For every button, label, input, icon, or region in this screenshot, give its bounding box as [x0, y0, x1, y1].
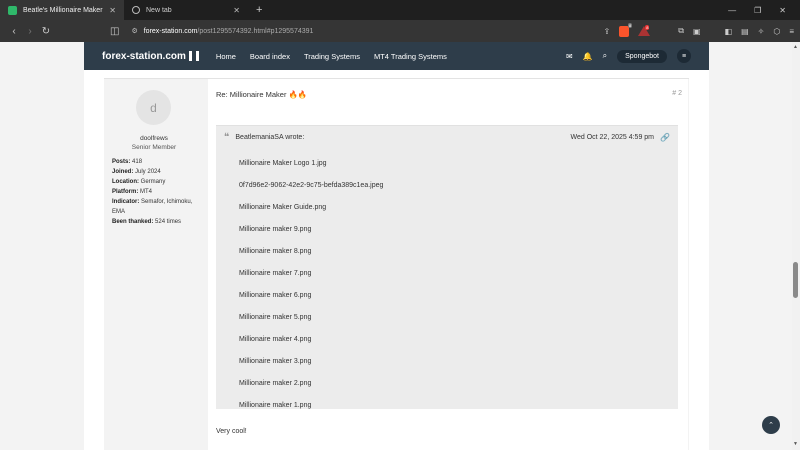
close-tab-icon[interactable]: ✕: [233, 6, 240, 15]
attachment-item[interactable]: 0f7d96e2-9062-42e2-9c75-befda389c1ea.jpe…: [239, 182, 383, 204]
site-favicon-icon: [8, 5, 17, 15]
quote-icon: ❝: [224, 131, 230, 143]
nav-trading-systems[interactable]: Trading Systems: [304, 52, 360, 61]
reload-button[interactable]: ↻: [38, 26, 54, 37]
author-details: Posts: 418 Joined: July 2024 Location: G…: [112, 157, 207, 227]
brave-count: 8: [628, 22, 633, 28]
tab-active[interactable]: Beatle's Millionaire Maker 🔥🔥 ✕: [0, 0, 124, 20]
scroll-to-top-button[interactable]: ⌃: [762, 416, 780, 434]
scroll-down-icon[interactable]: ▼: [793, 441, 798, 447]
attachment-item[interactable]: Millionaire Maker Guide.png: [239, 204, 383, 226]
page-content: forex-station.com Home Board index Tradi…: [0, 42, 792, 450]
search-icon[interactable]: ⌕: [603, 51, 607, 61]
extensions-icon[interactable]: ⧉: [678, 26, 684, 36]
scroll-up-icon[interactable]: ▲: [793, 44, 798, 50]
site-logo-text: forex-station.com: [102, 50, 186, 62]
back-button[interactable]: ‹: [6, 26, 22, 37]
attachment-item[interactable]: Millionaire maker 9.png: [239, 226, 383, 248]
post: d doolfrews Senior Member Posts: 418 Joi…: [104, 78, 689, 450]
nav-home[interactable]: Home: [216, 52, 236, 61]
post-number[interactable]: # 2: [672, 90, 682, 97]
tab-new-tab[interactable]: New tab ✕: [124, 0, 248, 20]
user-menu-button[interactable]: Spongebot: [617, 49, 667, 63]
address-field[interactable]: ⚙ forex-station.com /post1295574392.html…: [131, 27, 314, 36]
attachment-list: Millionaire Maker Logo 1.jpg 0f7d96e2-906…: [239, 160, 383, 424]
sidebar-icon[interactable]: ◧: [725, 27, 733, 36]
quote-date: Wed Oct 22, 2025 4:59 pm: [570, 133, 655, 141]
brave-shield-icon: [132, 6, 140, 14]
close-tab-icon[interactable]: ✕: [109, 6, 116, 15]
post-container: d doolfrews Senior Member Posts: 418 Joi…: [84, 70, 709, 450]
hamburger-icon[interactable]: ≡: [677, 49, 691, 63]
tab-title: Beatle's Millionaire Maker 🔥🔥: [23, 7, 105, 14]
detail-posts: Posts: 418: [112, 159, 143, 165]
nav-mt4-trading-systems[interactable]: MT4 Trading Systems: [374, 52, 447, 61]
detail-indicator: Indicator: Semafor, Ichimoku, EMA: [112, 199, 193, 215]
attachment-item[interactable]: Millionaire maker 7.png: [239, 270, 383, 292]
address-path: /post1295574392.html#p1295574391: [197, 27, 314, 35]
maximize-icon[interactable]: ❐: [754, 6, 761, 15]
quote-block: ❝ BeatlemaniaSA wrote: Wed Oct 22, 2025 …: [216, 125, 678, 409]
post-title[interactable]: Re: Millionaire Maker 🔥🔥: [216, 90, 307, 99]
vpn-icon[interactable]: ⬡: [773, 27, 780, 36]
attachment-item[interactable]: Millionaire maker 6.png: [239, 292, 383, 314]
logo-candle-icon: [188, 51, 199, 61]
new-tab-button[interactable]: +: [256, 4, 262, 16]
site-logo[interactable]: forex-station.com: [102, 51, 199, 62]
forward-button[interactable]: ›: [22, 26, 38, 37]
brave-shields-icon[interactable]: 8: [619, 22, 633, 37]
attachment-item[interactable]: Millionaire maker 5.png: [239, 314, 383, 336]
detail-thanked: Been thanked: 524 times: [112, 219, 182, 225]
attachment-item[interactable]: Millionaire maker 8.png: [239, 248, 383, 270]
minimize-icon[interactable]: —: [728, 6, 736, 15]
nav-board-index[interactable]: Board index: [250, 52, 290, 61]
address-host: forex-station.com: [143, 27, 198, 35]
author-rank: Senior Member: [131, 144, 177, 151]
quote-header: ❝ BeatlemaniaSA wrote: Wed Oct 22, 2025 …: [216, 126, 678, 148]
link-icon[interactable]: 🔗: [660, 133, 670, 142]
reply-text: Very cool!: [216, 428, 247, 435]
messages-icon[interactable]: ✉: [566, 52, 573, 61]
tab-title: New tab: [146, 6, 172, 14]
menu-icon[interactable]: ≡: [789, 27, 794, 36]
page-scrollbar[interactable]: ▲ ▼: [792, 42, 800, 450]
detail-platform: Platform: MT4: [112, 189, 153, 195]
tab-bar: Beatle's Millionaire Maker 🔥🔥 ✕ New tab …: [0, 0, 800, 20]
close-window-icon[interactable]: ✕: [779, 6, 786, 15]
leo-icon[interactable]: ✧: [758, 27, 765, 36]
attachment-item[interactable]: Millionaire maker 3.png: [239, 358, 383, 380]
reader-icon[interactable]: ▣: [693, 27, 701, 36]
brave-rewards-icon[interactable]: 8: [638, 25, 651, 36]
wallet-icon[interactable]: ▤: [741, 27, 749, 36]
scrollbar-thumb[interactable]: [793, 262, 798, 298]
attachment-item[interactable]: Millionaire maker 4.png: [239, 336, 383, 358]
header-actions: ✉ 🔔 ⌕ Spongebot ≡: [566, 49, 709, 63]
quote-author[interactable]: BeatlemaniaSA wrote:: [235, 134, 304, 141]
post-profile: d doolfrews Senior Member Posts: 418 Joi…: [104, 79, 204, 450]
toolbar-right: ⇪ 8 8 ⧉ ▣ ◧ ▤ ✧ ⬡ ≡: [604, 22, 794, 37]
detail-location: Location: Germany: [112, 179, 166, 185]
post-body: Re: Millionaire Maker 🔥🔥 # 2 ❝ Beatleman…: [208, 79, 688, 450]
author-name[interactable]: doolfrews: [104, 135, 204, 142]
site-info-icon[interactable]: ⚙: [131, 27, 137, 35]
attachment-item[interactable]: Millionaire maker 1.png: [239, 402, 383, 424]
site-header: forex-station.com Home Board index Tradi…: [84, 42, 709, 70]
alert-count: 8: [645, 25, 650, 30]
window-controls: — ❐ ✕: [728, 6, 800, 15]
bookmark-icon[interactable]: ◫: [110, 26, 119, 37]
attachment-item[interactable]: Millionaire Maker Logo 1.jpg: [239, 160, 383, 182]
share-icon[interactable]: ⇪: [604, 27, 611, 36]
attachment-item[interactable]: Millionaire maker 2.png: [239, 380, 383, 402]
avatar[interactable]: d: [136, 90, 171, 125]
site-nav: Home Board index Trading Systems MT4 Tra…: [216, 52, 447, 61]
detail-joined: Joined: July 2024: [112, 169, 161, 175]
address-toolbar: ‹ › ↻ ◫ ⚙ forex-station.com /post1295574…: [0, 20, 800, 42]
notifications-icon[interactable]: 🔔: [583, 52, 593, 61]
